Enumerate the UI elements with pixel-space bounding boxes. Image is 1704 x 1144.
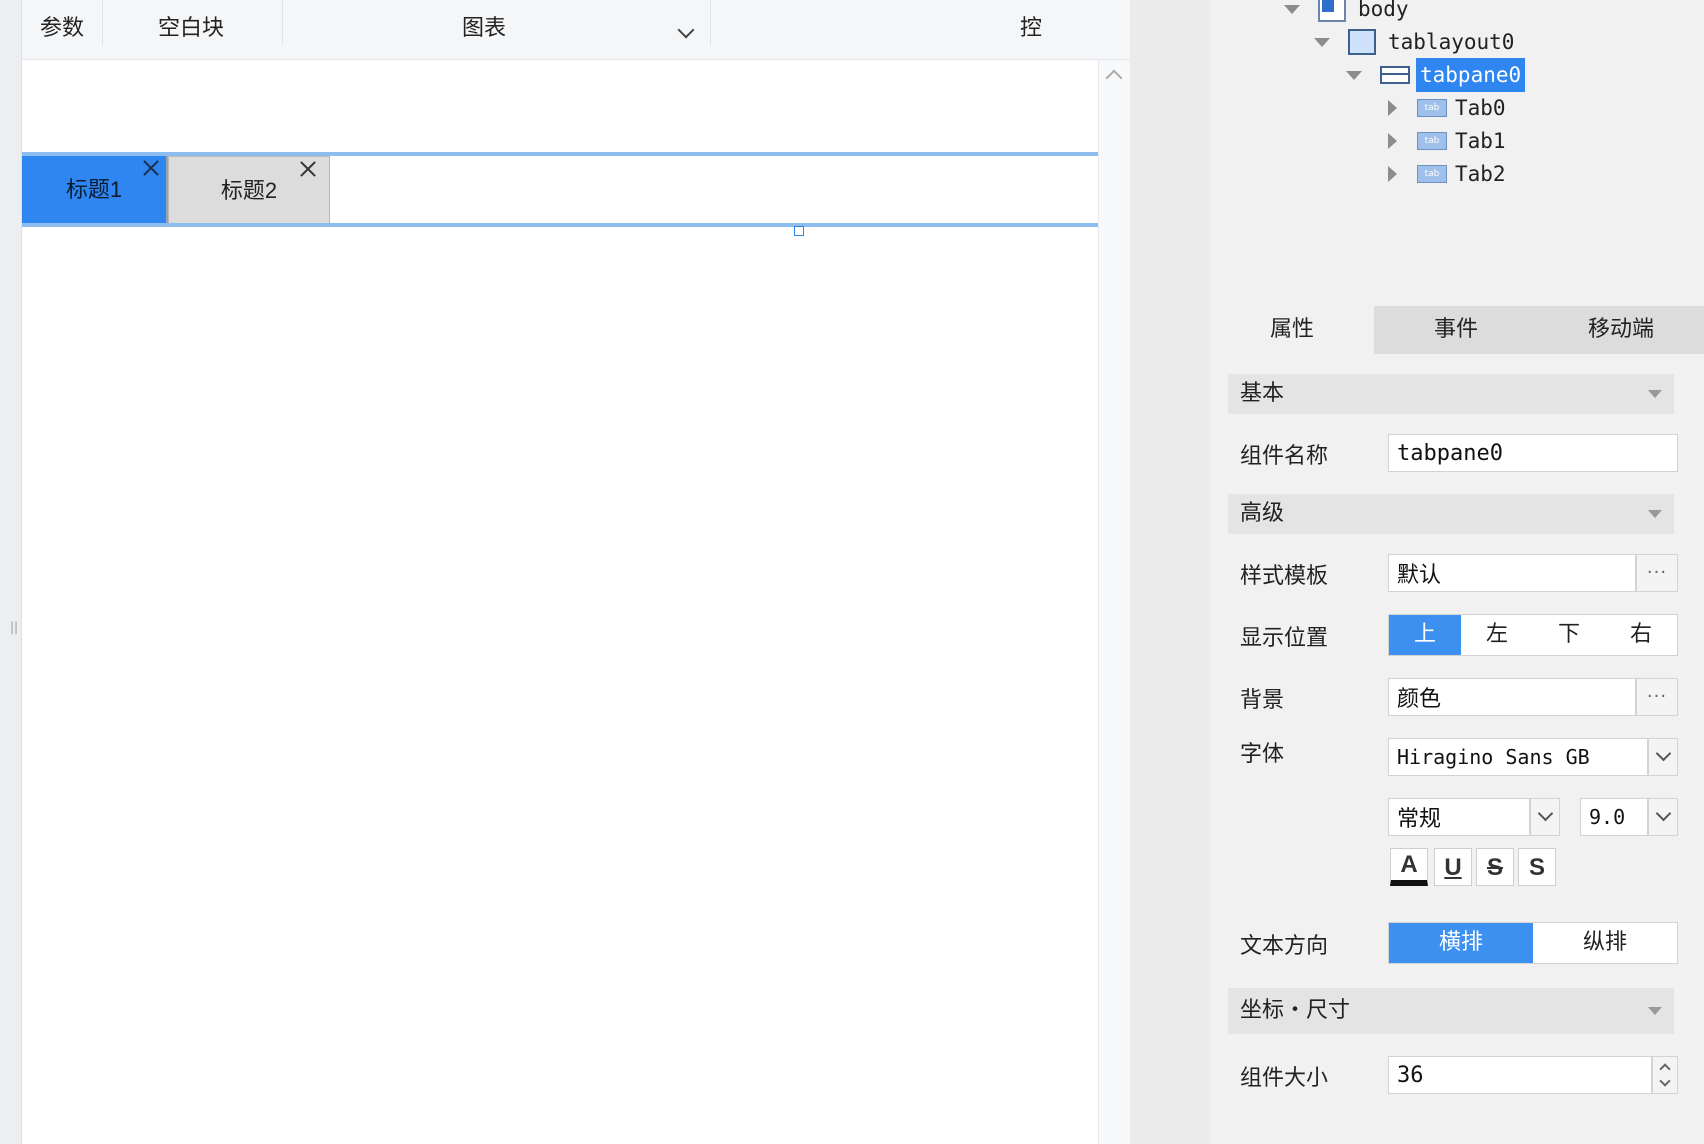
panel-tab-bar: 属性 事件 移动端 (1210, 306, 1704, 354)
resize-handle[interactable] (794, 226, 804, 236)
size-stepper[interactable] (1652, 1056, 1678, 1094)
chevron-down-icon[interactable] (1648, 798, 1678, 836)
tab-mobile[interactable]: 移动端 (1538, 306, 1704, 354)
label-background: 背景 (1240, 688, 1285, 713)
tree-node-label-selected: tabpane0 (1416, 58, 1526, 92)
toolbar-item-controls[interactable]: 控 (1020, 0, 1042, 50)
label-component-size: 组件大小 (1240, 1066, 1329, 1091)
tab-icon: tab (1417, 165, 1447, 183)
tree-node-tablayout[interactable]: tablayout0 (1314, 25, 1514, 59)
widget-toolbar: 参数 空白块 图表 控 (22, 0, 1134, 60)
section-title: 坐标・尺寸 (1240, 998, 1351, 1023)
tab-title-2[interactable]: 标题2 (168, 156, 330, 224)
label-display-position: 显示位置 (1240, 626, 1329, 651)
position-left-option[interactable]: 左 (1461, 615, 1533, 655)
caret-down-icon[interactable] (1648, 390, 1662, 398)
tree-node-label: body (1358, 0, 1409, 21)
tab-icon: tab (1417, 99, 1447, 117)
expand-arrow-icon[interactable] (1284, 4, 1300, 14)
style-template-input[interactable]: 默认 (1388, 554, 1636, 592)
font-family-select[interactable]: Hiragino Sans GB (1388, 738, 1648, 776)
caret-down-icon[interactable] (1648, 510, 1662, 518)
table-layout-icon (1348, 29, 1376, 55)
tab-icon: tab (1417, 132, 1447, 150)
display-position-segmented: 上 左 下 右 (1388, 614, 1678, 656)
label-font: 字体 (1240, 742, 1285, 767)
section-basic[interactable]: 基本 (1228, 374, 1674, 414)
direction-vertical-option[interactable]: 纵排 (1533, 923, 1677, 963)
stepper-down-icon[interactable] (1659, 1075, 1671, 1087)
component-size-input[interactable]: 36 (1388, 1056, 1652, 1094)
close-icon[interactable] (140, 158, 162, 180)
font-size-select[interactable]: 9.0 (1580, 798, 1648, 836)
collapse-arrow-icon[interactable] (1388, 100, 1397, 116)
drag-grip-icon[interactable]: || (10, 620, 18, 634)
tab-title-1[interactable]: 标题1 (22, 156, 166, 224)
text-direction-segmented: 横排 纵排 (1388, 922, 1678, 964)
toolbar-divider (710, 0, 711, 46)
label-style-template: 样式模板 (1240, 564, 1329, 589)
toolbar-item-blank[interactable]: 空白块 (158, 0, 224, 50)
caret-down-icon[interactable] (1648, 1007, 1662, 1015)
tree-node-label: Tab0 (1455, 96, 1506, 120)
expand-arrow-icon[interactable] (1314, 37, 1330, 47)
chevron-down-icon[interactable] (1648, 738, 1678, 776)
chevron-down-icon[interactable] (1530, 798, 1560, 836)
ellipsis-button[interactable]: ··· (1636, 678, 1678, 716)
font-color-button[interactable]: A (1390, 848, 1428, 886)
tree-node-body[interactable]: body (1284, 0, 1409, 26)
font-weight-select[interactable]: 常规 (1388, 798, 1530, 836)
position-right-option[interactable]: 右 (1605, 615, 1677, 655)
toolbar-item-chart[interactable]: 图表 (462, 0, 506, 50)
tree-node-label: Tab1 (1455, 129, 1506, 153)
label-component-name: 组件名称 (1240, 444, 1329, 469)
toolbar-item-params[interactable]: 参数 (40, 0, 84, 50)
section-title: 高级 (1240, 501, 1285, 526)
tree-node-tab2[interactable]: tab Tab2 (1388, 157, 1506, 191)
tab-events[interactable]: 事件 (1374, 306, 1538, 354)
tree-node-tab1[interactable]: tab Tab1 (1388, 124, 1506, 158)
position-bottom-option[interactable]: 下 (1533, 615, 1605, 655)
direction-horizontal-option[interactable]: 横排 (1389, 923, 1533, 963)
toolbar-divider (102, 0, 103, 46)
background-input[interactable]: 颜色 (1388, 678, 1636, 716)
canvas-scrollbar[interactable] (1098, 60, 1130, 1144)
scroll-up-icon[interactable] (1105, 69, 1123, 87)
close-icon[interactable] (297, 159, 319, 181)
left-edge-strip: || (0, 0, 22, 1144)
strikethrough-button[interactable]: S (1476, 848, 1514, 886)
tree-node-tab0[interactable]: tab Tab0 (1388, 91, 1506, 125)
section-position-size[interactable]: 坐标・尺寸 (1228, 988, 1674, 1034)
tab-pane-icon (1380, 66, 1410, 84)
body-icon (1318, 0, 1346, 22)
chevron-down-icon[interactable] (677, 21, 695, 39)
tree-node-label: tablayout0 (1388, 30, 1515, 54)
collapse-arrow-icon[interactable] (1388, 133, 1397, 149)
shadow-button[interactable]: S (1518, 848, 1556, 886)
panel-gutter (1130, 0, 1210, 1144)
label-text-direction: 文本方向 (1240, 934, 1329, 959)
ellipsis-button[interactable]: ··· (1636, 554, 1678, 592)
position-top-option[interactable]: 上 (1389, 615, 1461, 655)
toolbar-divider (282, 0, 283, 46)
expand-arrow-icon[interactable] (1346, 70, 1362, 80)
section-title: 基本 (1240, 381, 1285, 406)
tree-node-tabpane[interactable]: tabpane0 (1346, 58, 1526, 92)
component-name-input[interactable]: tabpane0 (1388, 434, 1678, 472)
tree-node-label: Tab2 (1455, 162, 1506, 186)
stepper-up-icon[interactable] (1659, 1063, 1671, 1075)
underline-button[interactable]: U (1434, 848, 1472, 886)
collapse-arrow-icon[interactable] (1388, 166, 1397, 182)
tabpane-bottom-border (22, 223, 1098, 227)
section-advanced[interactable]: 高级 (1228, 494, 1674, 534)
tab-properties[interactable]: 属性 (1210, 306, 1374, 354)
